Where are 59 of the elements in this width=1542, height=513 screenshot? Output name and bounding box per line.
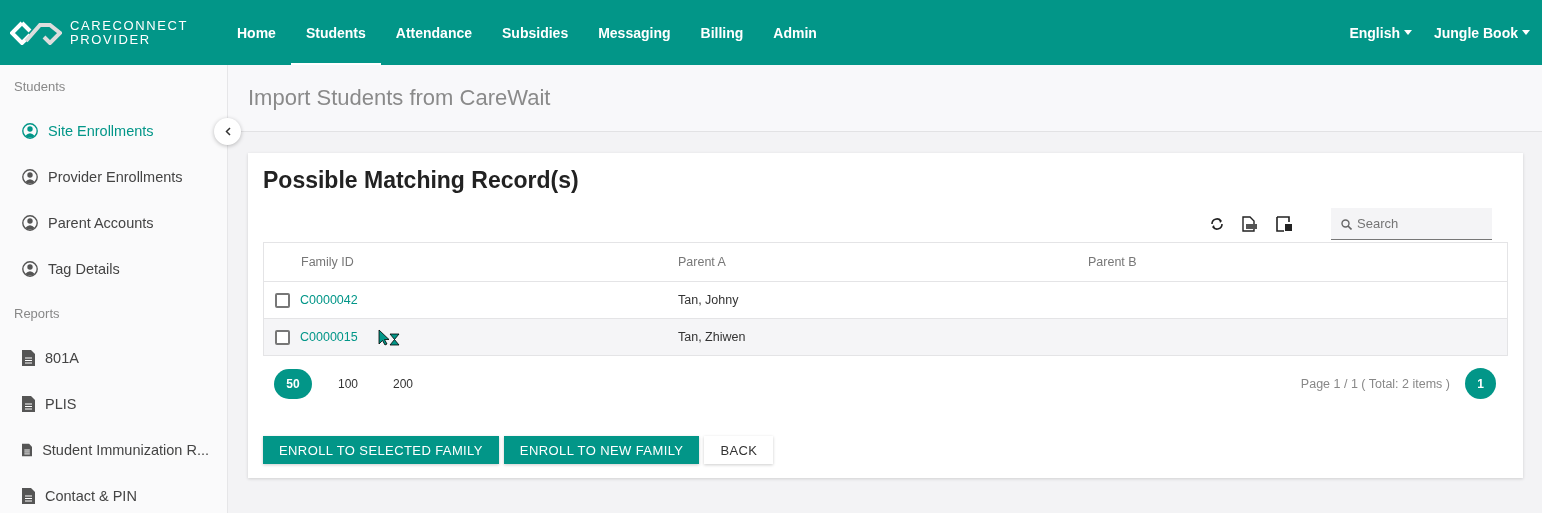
caret-icon xyxy=(1522,30,1530,35)
file-export-icon[interactable] xyxy=(1242,216,1258,232)
page-size-button[interactable]: 100 xyxy=(329,368,367,399)
busy-cursor-icon xyxy=(377,328,400,346)
sidebar-item[interactable]: Tag Details xyxy=(0,246,209,292)
sidebar-item[interactable]: Parent Accounts xyxy=(0,200,209,246)
collapse-button[interactable] xyxy=(214,118,241,145)
enroll-button[interactable]: ENROLL TO SELECTED FAMILY xyxy=(263,436,499,464)
enroll-button[interactable]: ENROLL TO NEW FAMILY xyxy=(503,436,700,464)
nav-tab[interactable]: Home xyxy=(222,0,291,65)
family-id-link[interactable]: C0000042 xyxy=(300,293,358,307)
nav-tab[interactable]: Attendance xyxy=(380,0,488,65)
table-cell-text: Tan, Johny xyxy=(678,293,740,307)
person-icon xyxy=(22,261,38,277)
document-icon xyxy=(22,396,35,412)
page-info: Page 1 / 1 ( Total: 2 items ) xyxy=(1300,376,1450,391)
dropdown-menu[interactable]: Jungle Book xyxy=(1424,0,1542,65)
search-icon xyxy=(1341,219,1352,230)
chevron-left-icon xyxy=(224,127,231,136)
page-size-button[interactable]: 200 xyxy=(384,368,422,399)
brand-subtitle: PROVIDER xyxy=(70,32,152,47)
search-field[interactable]: Search xyxy=(1331,208,1492,240)
checkbox[interactable] xyxy=(275,292,290,308)
table-row[interactable]: C0000015 Tan, Zhiwen xyxy=(264,318,1507,355)
family-id-link[interactable]: C0000015 xyxy=(300,330,358,344)
brand-name: CARECONNECT xyxy=(70,18,188,33)
document-icon xyxy=(22,350,35,366)
caret-icon xyxy=(1404,30,1412,35)
document-icon xyxy=(22,488,35,504)
column-header: Parent B xyxy=(1088,255,1138,269)
columns-icon[interactable] xyxy=(1276,216,1293,232)
column-header: Family ID xyxy=(300,255,355,269)
refresh-icon[interactable] xyxy=(1210,217,1224,231)
page-size-button[interactable]: 50 xyxy=(274,368,312,399)
sidebar-item[interactable]: Contact & PIN xyxy=(0,473,209,513)
checkbox[interactable] xyxy=(275,329,290,345)
nav-tab[interactable]: Messaging xyxy=(583,0,686,65)
page-button[interactable]: 1 xyxy=(1465,368,1496,399)
document-icon xyxy=(22,442,33,458)
card-title: Possible Matching Record(s) xyxy=(263,167,580,194)
person-icon xyxy=(22,215,38,231)
nav-tab[interactable]: Admin xyxy=(758,0,832,65)
sidebar-item[interactable]: Site Enrollments xyxy=(0,108,209,154)
person-icon xyxy=(22,169,38,185)
logo-icon xyxy=(10,20,62,45)
nav-tab[interactable]: Subsidies xyxy=(487,0,584,65)
table-cell-text: Tan, Zhiwen xyxy=(678,330,747,344)
page-title: Import Students from CareWait xyxy=(248,85,551,111)
sidebar-heading: Reports xyxy=(13,305,61,323)
dropdown-menu[interactable]: English xyxy=(1339,0,1424,65)
sidebar-item[interactable]: PLIS xyxy=(0,381,209,427)
person-icon xyxy=(22,123,38,139)
column-header: Parent A xyxy=(678,255,727,269)
sidebar-item[interactable]: Provider Enrollments xyxy=(0,154,209,200)
back-button[interactable]: BACK xyxy=(704,436,774,464)
nav-tab[interactable]: Billing xyxy=(685,0,759,65)
sidebar-item[interactable]: 801A xyxy=(0,335,209,381)
sidebar-item[interactable]: Student Immunization R... xyxy=(0,427,209,473)
sidebar-heading: Students xyxy=(13,78,67,96)
